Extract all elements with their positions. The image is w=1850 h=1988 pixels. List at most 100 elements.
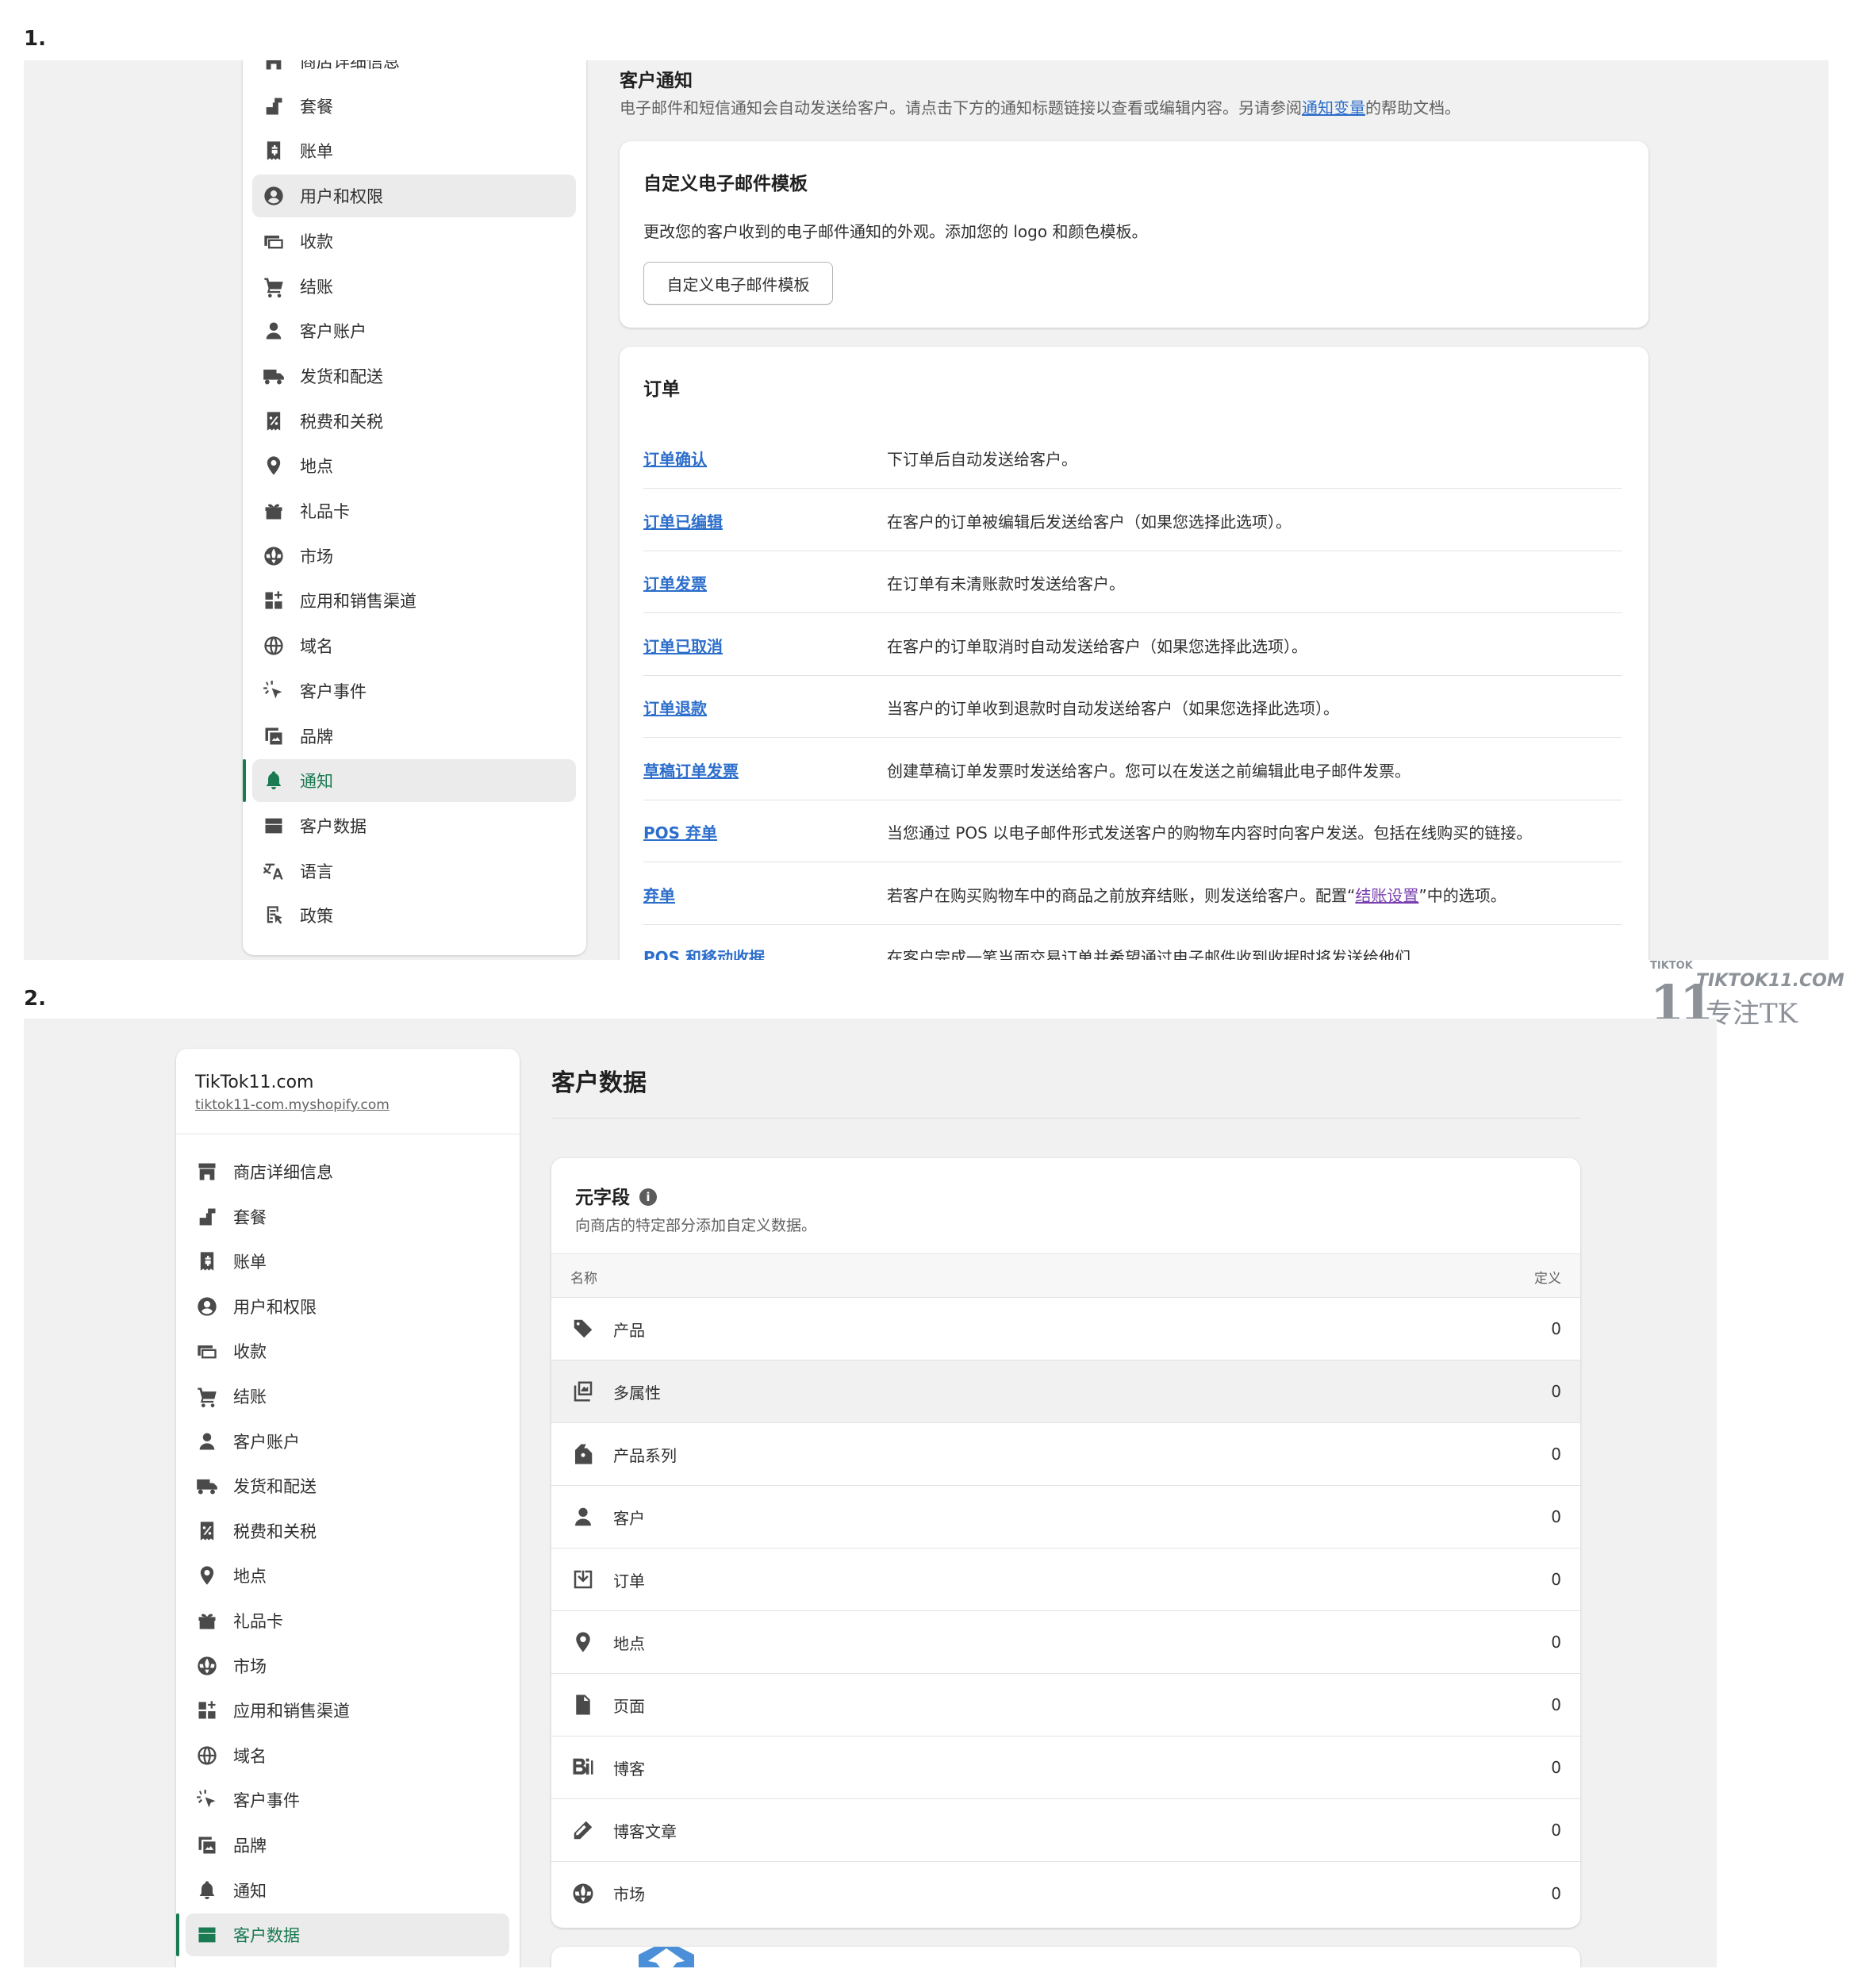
metafield-row[interactable]: 产品 0 — [551, 1298, 1580, 1361]
metafield-row[interactable]: 产品系列 0 — [551, 1423, 1580, 1486]
sidebar-item-14[interactable]: 域名 — [252, 624, 576, 667]
customize-email-template-button[interactable]: 自定义电子邮件模板 — [643, 262, 833, 305]
sidebar-item-6[interactable]: 结账 — [252, 265, 576, 308]
store-url[interactable]: tiktok11-com.myshopify.com — [195, 1097, 520, 1113]
page-icon — [570, 1692, 596, 1717]
sidebar2-item-15[interactable]: 客户事件 — [186, 1779, 509, 1821]
metafield-row[interactable]: 订单 0 — [551, 1549, 1580, 1611]
sidebar2-item-17[interactable]: 通知 — [186, 1869, 509, 1912]
metafield-name: 博客文章 — [613, 1821, 677, 1841]
order-notification-link[interactable]: 弃单 — [643, 883, 675, 906]
order-notification-row: 订单确认 下订单后自动发送给客户。 — [643, 426, 1622, 489]
metafield-row[interactable]: 地点 0 — [551, 1611, 1580, 1674]
sidebar2-item-14[interactable]: 域名 — [186, 1734, 509, 1777]
sidebar-item-1[interactable]: 商店详细信息 — [252, 60, 576, 83]
sidebar2-item-11[interactable]: 礼品卡 — [186, 1599, 509, 1642]
sidebar2-item-18[interactable]: 客户数据 — [176, 1913, 509, 1957]
sidebar-item-label: 市场 — [233, 1656, 267, 1676]
checkout-settings-link[interactable]: 结账设置 — [1355, 886, 1418, 905]
description-suffix: 的帮助文档。 — [1365, 98, 1460, 117]
sidebar2-item-13[interactable]: 应用和销售渠道 — [186, 1689, 509, 1732]
sidebar-item-10[interactable]: 地点 — [252, 444, 576, 487]
decorative-logo-icon — [639, 1947, 694, 1967]
cart-icon — [262, 274, 286, 298]
order-notification-link[interactable]: POS 弃单 — [643, 820, 717, 843]
metafield-row[interactable]: 页面 0 — [551, 1674, 1580, 1737]
sidebar2-item-5[interactable]: 收款 — [186, 1330, 509, 1372]
order-notification-link[interactable]: 订单已编辑 — [643, 509, 723, 532]
sidebar-item-3[interactable]: 账单 — [252, 129, 576, 172]
metafield-definition-count: 0 — [1551, 1570, 1561, 1589]
order-notification-desc: 在订单有未清账款时发送给客户。 — [887, 574, 1125, 593]
order-notification-row: POS 和移动收据 在客户完成一笔当面交易订单并希望通过电子邮件收到收据时将发送给… — [643, 924, 1622, 960]
order-notification-desc: 当客户的订单收到退款时自动发送给客户（如果您选择此选项）。 — [887, 699, 1339, 718]
notification-variables-link[interactable]: 通知变量 — [1302, 98, 1365, 117]
cursor-click-icon — [195, 1788, 219, 1812]
sidebar-item-11[interactable]: 礼品卡 — [252, 489, 576, 532]
sidebar-item-2[interactable]: 套餐 — [252, 85, 576, 128]
sidebar-item-4[interactable]: 用户和权限 — [252, 175, 576, 218]
sidebar-item-15[interactable]: 客户事件 — [252, 670, 576, 712]
sidebar2-item-7[interactable]: 客户账户 — [186, 1420, 509, 1463]
sidebar-item-9[interactable]: 税费和关税 — [252, 400, 576, 443]
metafield-definition-count: 0 — [1551, 1695, 1561, 1714]
billing-icon — [195, 1249, 219, 1273]
sidebar-item-13[interactable]: 应用和销售渠道 — [252, 579, 576, 622]
metafield-row[interactable]: 博客 0 — [551, 1737, 1580, 1799]
order-notification-link[interactable]: 订单确认 — [643, 447, 707, 470]
sidebar-item-8[interactable]: 发货和配送 — [252, 355, 576, 397]
brand-icon — [262, 724, 286, 748]
customer-icon — [570, 1504, 596, 1529]
sidebar2-item-4[interactable]: 用户和权限 — [186, 1285, 509, 1328]
globe-icon — [262, 634, 286, 658]
active-indicator — [176, 1913, 179, 1957]
sidebar2-item-2[interactable]: 套餐 — [186, 1195, 509, 1238]
sidebar2-item-6[interactable]: 结账 — [186, 1375, 509, 1418]
sidebar-item-19[interactable]: 语言 — [252, 850, 576, 892]
metafields-title-text: 元字段 — [575, 1188, 630, 1208]
order-notification-link[interactable]: 草稿订单发票 — [643, 758, 739, 781]
store-header[interactable]: TikTok11.com tiktok11-com.myshopify.com — [176, 1049, 520, 1134]
sidebar2-item-8[interactable]: 发货和配送 — [186, 1464, 509, 1507]
sidebar-item-label: 用户和权限 — [300, 187, 383, 207]
policy-icon — [262, 904, 286, 927]
metafield-name: 客户 — [613, 1508, 645, 1528]
watermark-tagline: 专注TK — [1706, 998, 1798, 1030]
sidebar-item-label: 礼品卡 — [300, 502, 350, 521]
order-notification-link[interactable]: 订单已取消 — [643, 634, 723, 657]
sidebar-item-5[interactable]: 收款 — [252, 220, 576, 263]
order-notification-link[interactable]: 订单退款 — [643, 696, 707, 719]
metafield-row[interactable]: 市场 0 — [551, 1862, 1580, 1925]
user-circle-icon — [262, 184, 286, 208]
order-notification-link[interactable]: POS 和移动收据 — [643, 945, 765, 960]
sidebar-item-16[interactable]: 品牌 — [252, 715, 576, 758]
sidebar2-item-16[interactable]: 品牌 — [186, 1824, 509, 1867]
metafield-row[interactable]: 多属性 0 — [551, 1361, 1580, 1423]
sidebar2-item-9[interactable]: 税费和关税 — [186, 1510, 509, 1552]
title-divider — [551, 1118, 1580, 1119]
metafield-definition-count: 0 — [1551, 1821, 1561, 1840]
sidebar-item-label: 品牌 — [300, 727, 333, 746]
order-notification-link[interactable]: 订单发票 — [643, 571, 707, 594]
metafield-row[interactable]: 客户 0 — [551, 1486, 1580, 1549]
sidebar2-item-12[interactable]: 市场 — [186, 1645, 509, 1687]
store-icon — [195, 1160, 219, 1184]
location-icon — [195, 1564, 219, 1587]
sidebar-item-label: 商店详细信息 — [300, 60, 400, 71]
sidebar-item-17[interactable]: 通知 — [243, 759, 576, 803]
next-card — [551, 1947, 1580, 1967]
info-icon[interactable]: i — [639, 1188, 657, 1206]
sidebar-item-18[interactable]: 客户数据 — [252, 804, 576, 847]
sidebar-item-7[interactable]: 客户账户 — [252, 309, 576, 352]
sidebar-item-label: 发货和配送 — [233, 1477, 317, 1497]
order-inbox-icon — [570, 1567, 596, 1592]
metafield-row[interactable]: 博客文章 0 — [551, 1799, 1580, 1862]
sidebar2-item-10[interactable]: 地点 — [186, 1554, 509, 1597]
sidebar-item-20[interactable]: 政策 — [252, 894, 576, 937]
sidebar2-item-1[interactable]: 商店详细信息 — [186, 1150, 509, 1193]
sidebar-item-label: 账单 — [233, 1253, 267, 1272]
metafields-desc: 向商店的特定部分添加自定义数据。 — [575, 1217, 817, 1234]
sidebar2-item-3[interactable]: 账单 — [186, 1240, 509, 1283]
sidebar-item-12[interactable]: 市场 — [252, 535, 576, 578]
sidebar-item-label: 税费和关税 — [233, 1522, 317, 1541]
